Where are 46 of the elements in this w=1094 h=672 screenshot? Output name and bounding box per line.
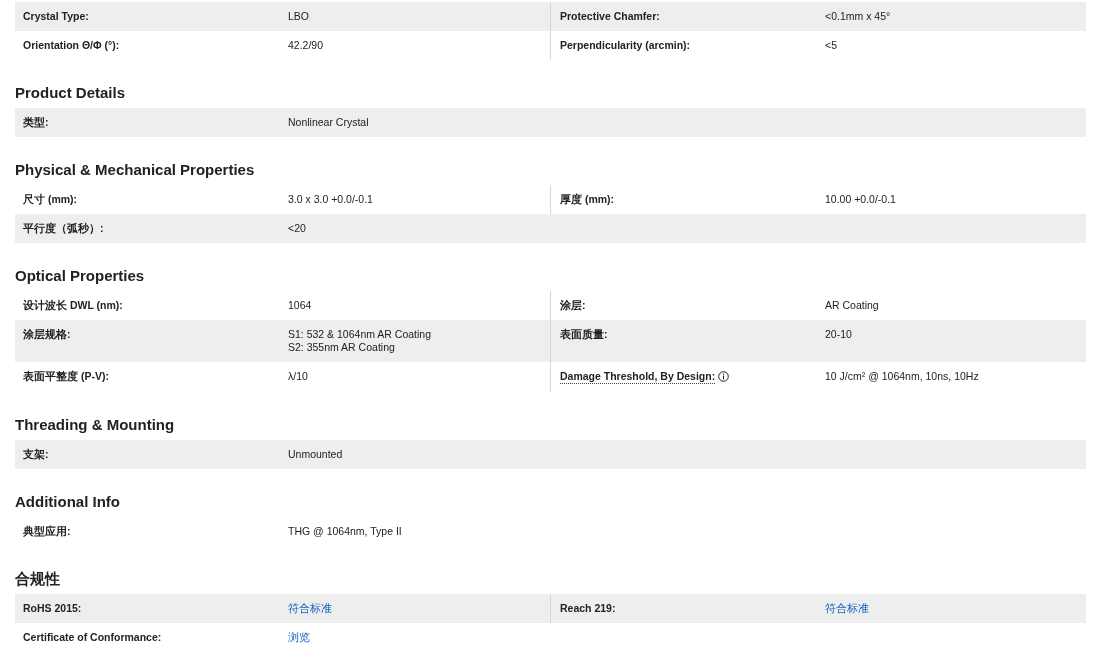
field-value: <20 [288,222,306,235]
field-value: <5 [825,39,837,52]
field-label: Protective Chamfer: [560,10,660,23]
field-value: 20-10 [825,328,852,341]
field-value: AR Coating [825,299,879,312]
field-label: Reach 219: [560,602,616,615]
field-label: 厚度 (mm): [560,193,615,206]
field-value: S1: 532 & 1064nm AR Coating [288,328,431,341]
field-value: 10 J/cm² @ 1064nm, 10ns, 10Hz [825,370,979,383]
field-label: 平行度（弧秒）: [23,222,104,235]
section-heading: Threading & Mounting [15,415,176,435]
field-label: 设计波长 DWL (nm): [23,299,123,312]
field-label: Orientation Θ/Φ (°): [23,39,120,52]
section-heading: Product Details [15,83,127,103]
field-label: 支架: [23,448,49,461]
value-link[interactable]: 符合标准 [825,602,869,615]
field-label: 涂层规格: [23,328,71,341]
field-label[interactable]: Damage Threshold, By Design: [560,370,716,384]
field-value: Unmounted [288,448,343,461]
field-label: Crystal Type: [23,10,89,23]
value-link[interactable]: 浏览 [288,631,310,644]
field-label: 类型: [23,116,49,129]
field-label: 表面质量: [560,328,608,341]
section-heading: Optical Properties [15,266,146,286]
field-label: 典型应用: [23,525,71,538]
field-label: Certificate of Conformance: [23,631,162,644]
field-label: 尺寸 (mm): [23,193,78,206]
field-value: 42.2/90 [288,39,324,52]
field-label: 表面平整度 (P-V): [23,370,109,383]
field-value: <0.1mm x 45° [825,10,891,23]
info-icon[interactable] [718,371,730,382]
field-value: THG @ 1064nm, Type II [288,525,402,538]
field-value: 1064 [288,299,312,312]
section-heading: Physical & Mechanical Properties [15,160,256,180]
field-value: 3.0 x 3.0 +0.0/-0.1 [288,193,373,206]
field-value: λ/10 [288,370,308,383]
section-heading: 合规性 [15,569,61,589]
field-value: 10.00 +0.0/-0.1 [825,193,896,206]
field-label: 涂层: [560,299,586,312]
field-value: LBO [288,10,309,23]
field-label: Perpendicularity (arcmin): [560,39,691,52]
section-heading: Additional Info [15,492,121,512]
value-link[interactable]: 符合标准 [288,602,332,615]
field-value: Nonlinear Crystal [288,116,369,129]
field-label: RoHS 2015: [23,602,82,615]
field-value: S2: 355nm AR Coating [288,341,395,354]
